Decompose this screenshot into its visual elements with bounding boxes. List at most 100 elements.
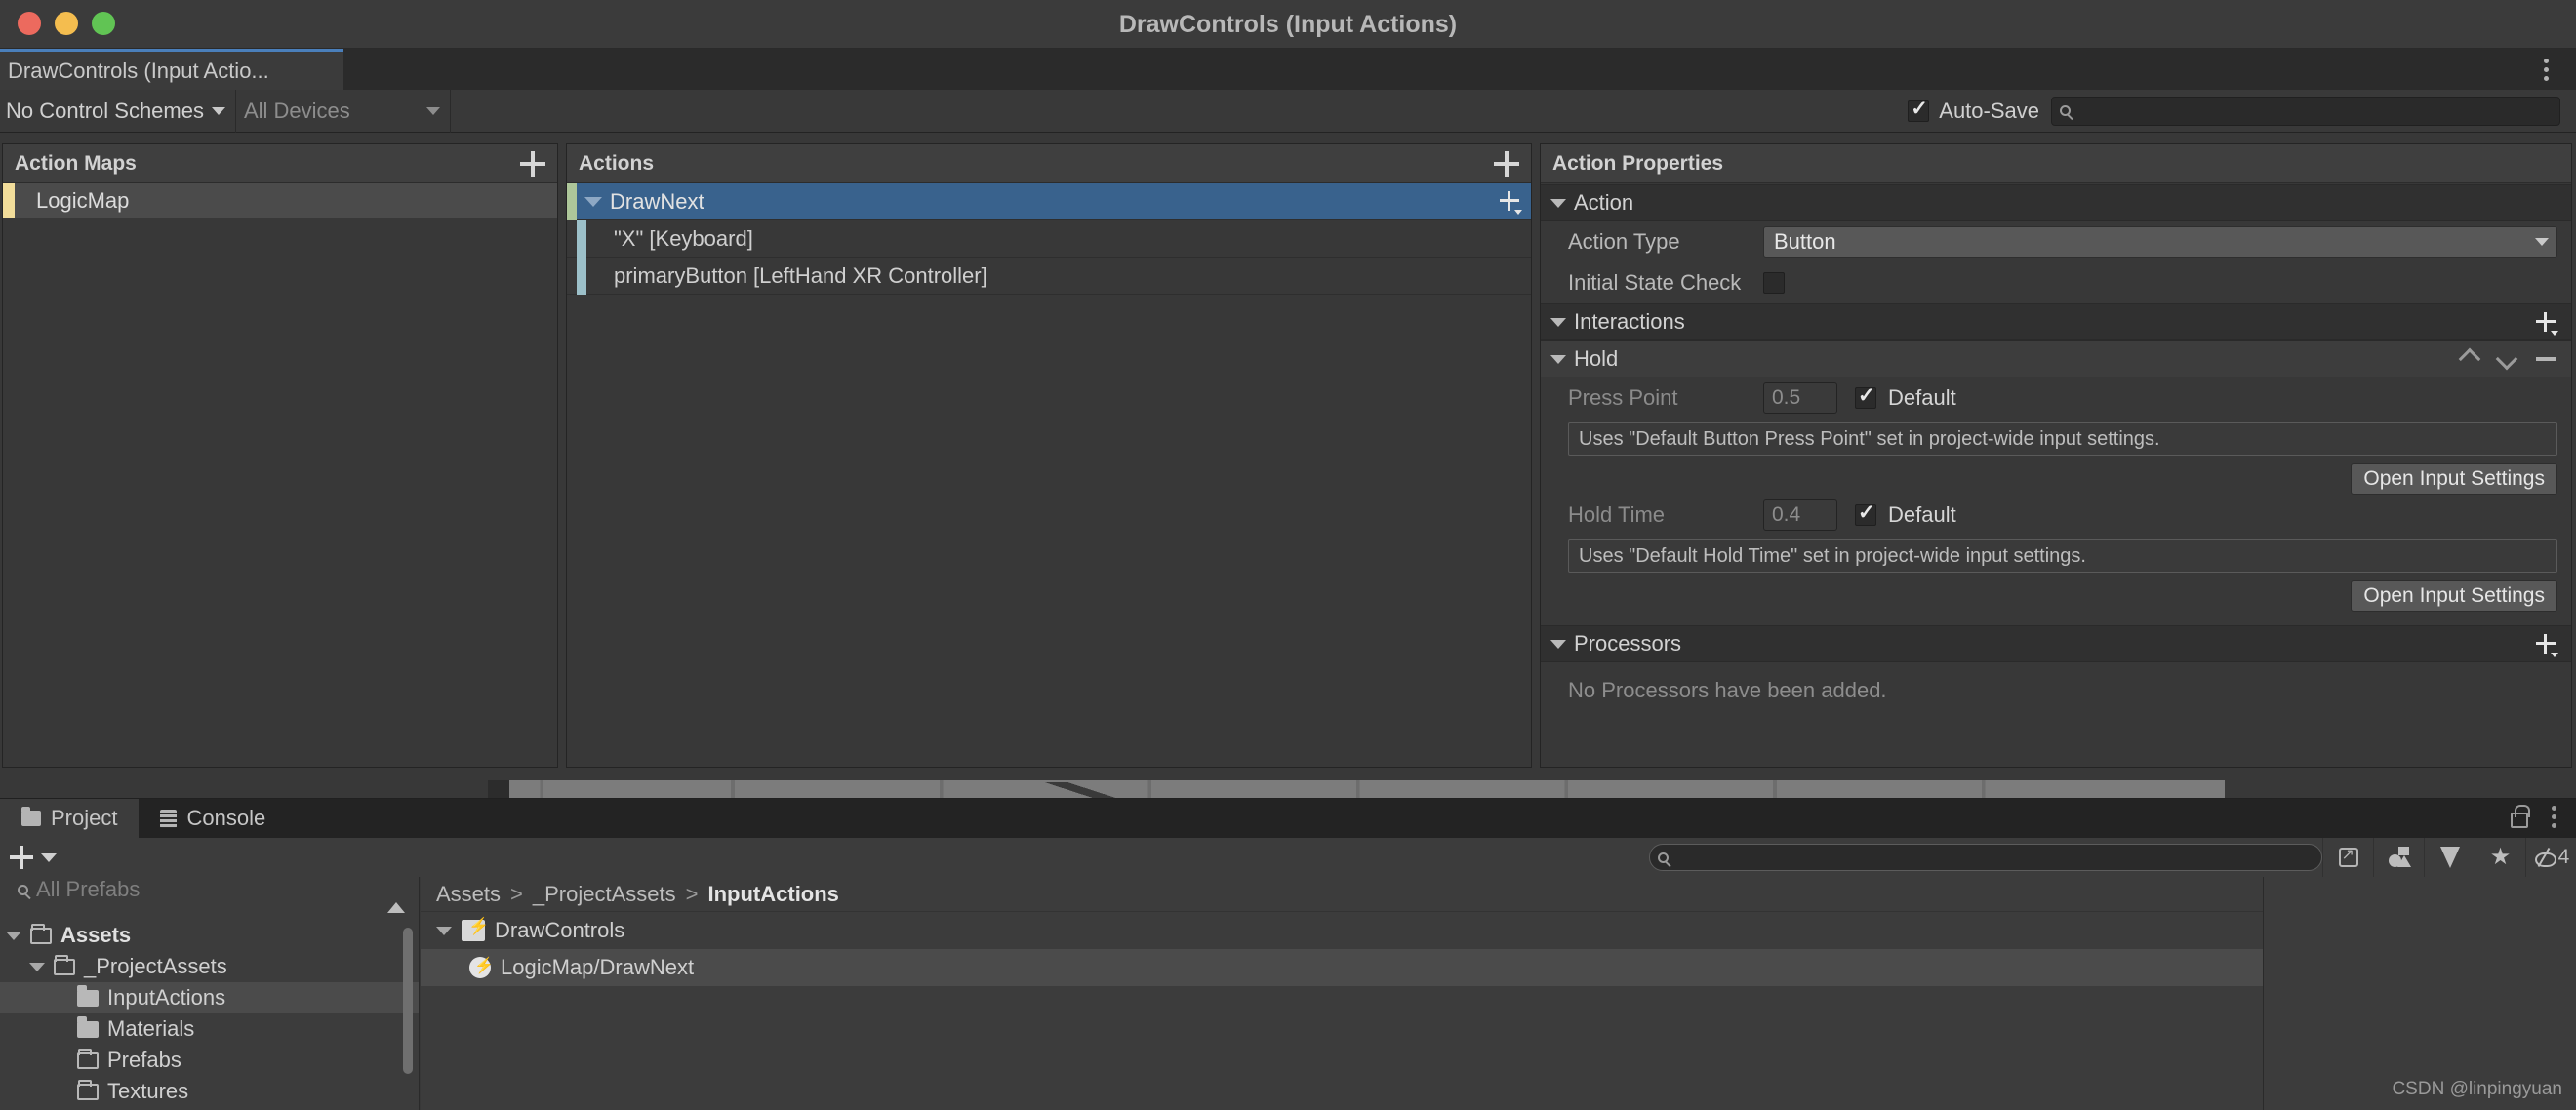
tree-item-assets[interactable]: Assets bbox=[0, 920, 419, 951]
action-foldout[interactable]: Action bbox=[1541, 184, 2571, 221]
auto-save-label: Auto-Save bbox=[1939, 99, 2039, 124]
create-asset-button[interactable] bbox=[10, 846, 33, 869]
tab-console[interactable]: Console bbox=[139, 799, 287, 838]
hold-time-default-toggle[interactable]: Default bbox=[1855, 502, 1956, 528]
foldout-triangle-icon bbox=[1550, 640, 1566, 649]
scroll-up-arrow-icon[interactable] bbox=[387, 902, 405, 913]
add-action-map-button[interactable] bbox=[520, 151, 545, 177]
expand-triangle-icon[interactable] bbox=[29, 963, 45, 971]
project-toolbar: ★ 4 bbox=[0, 838, 2576, 877]
add-action-button[interactable] bbox=[1494, 151, 1519, 177]
foldout-triangle-icon bbox=[1550, 355, 1566, 364]
auto-save-toggle[interactable]: Auto-Save bbox=[1908, 99, 2039, 124]
tab-project[interactable]: Project bbox=[0, 799, 139, 838]
open-input-settings-button[interactable]: Open Input Settings bbox=[2351, 463, 2557, 495]
hidden-packages-icon[interactable]: 4 bbox=[2525, 838, 2576, 877]
binding-row-keyboard[interactable]: "X" [Keyboard] bbox=[567, 220, 1531, 258]
initial-state-check-label: Initial State Check bbox=[1568, 270, 1763, 296]
kebab-menu-icon[interactable] bbox=[2533, 57, 2558, 82]
devices-dropdown[interactable]: All Devices bbox=[236, 90, 451, 133]
label-filter-icon[interactable] bbox=[2424, 838, 2475, 877]
add-interaction-button[interactable] bbox=[2536, 312, 2556, 332]
binding-label: primaryButton [LeftHand XR Controller] bbox=[586, 263, 987, 289]
project-search[interactable] bbox=[1649, 844, 2322, 871]
input-action-reference-icon bbox=[469, 957, 491, 978]
press-point-field[interactable]: 0.5 bbox=[1763, 382, 1837, 414]
action-map-row-logicmap[interactable]: LogicMap bbox=[3, 183, 557, 218]
chevron-down-icon[interactable] bbox=[2496, 348, 2518, 371]
binding-row-xr-controller[interactable]: primaryButton [LeftHand XR Controller] bbox=[567, 258, 1531, 295]
search-icon bbox=[18, 885, 28, 895]
favorites-star-icon[interactable]: ★ bbox=[2475, 838, 2525, 877]
tree-item-textures[interactable]: Textures bbox=[0, 1076, 419, 1107]
tree-item-label: Assets bbox=[60, 923, 131, 948]
breadcrumb-separator-icon: > bbox=[510, 882, 523, 907]
hold-interaction-foldout[interactable]: Hold bbox=[1541, 340, 2571, 377]
action-type-value: Button bbox=[1774, 229, 1836, 255]
folder-open-icon bbox=[54, 959, 75, 975]
chevron-up-icon[interactable] bbox=[2459, 348, 2481, 371]
add-processor-button[interactable] bbox=[2536, 634, 2556, 654]
action-type-dropdown[interactable]: Button bbox=[1763, 226, 2557, 258]
processors-empty-text: No Processors have been added. bbox=[1541, 662, 2571, 703]
tree-indent-spacer bbox=[53, 994, 68, 1003]
action-maps-header: Action Maps bbox=[3, 144, 557, 183]
add-binding-button[interactable] bbox=[1500, 191, 1519, 211]
binding-label: "X" [Keyboard] bbox=[586, 226, 753, 252]
expand-search-icon[interactable] bbox=[2322, 838, 2373, 877]
folder-icon bbox=[77, 1021, 99, 1038]
tab-drawcontrols[interactable]: DrawControls (Input Actio... bbox=[0, 49, 343, 90]
input-actions-search[interactable] bbox=[2051, 97, 2560, 126]
asset-type-filter-icon[interactable] bbox=[2373, 838, 2424, 877]
unity-editor-window: DrawControls (Input Actions) DrawControl… bbox=[0, 0, 2576, 1110]
kebab-menu-icon[interactable] bbox=[2552, 806, 2556, 828]
action-foldout-title: Action bbox=[1574, 190, 1633, 216]
project-panel: Project Console ★ bbox=[0, 798, 2576, 1110]
action-properties-title: Action Properties bbox=[1552, 152, 1723, 176]
tree-item-materials[interactable]: Materials bbox=[0, 1013, 419, 1045]
actions-panel: Actions DrawNext "X" [Keyboard] primaryB… bbox=[566, 143, 1532, 768]
open-input-settings-button[interactable]: Open Input Settings bbox=[2351, 580, 2557, 612]
devices-label: All Devices bbox=[244, 99, 350, 124]
processors-foldout[interactable]: Processors bbox=[1541, 625, 2571, 662]
press-point-default-toggle[interactable]: Default bbox=[1855, 385, 1956, 411]
tree-item-label: InputActions bbox=[107, 985, 225, 1011]
tree-scrollbar[interactable] bbox=[403, 928, 413, 1074]
caret-down-icon[interactable] bbox=[41, 853, 57, 862]
tree-item-projectassets[interactable]: _ProjectAssets bbox=[0, 951, 419, 982]
initial-state-check-row: Initial State Check bbox=[1541, 262, 2571, 303]
hold-time-field[interactable]: 0.4 bbox=[1763, 499, 1837, 531]
lock-icon[interactable] bbox=[2511, 813, 2528, 828]
tree-clipped-row[interactable]: All Prefabs bbox=[0, 877, 419, 902]
asset-row-drawcontrols[interactable]: DrawControls bbox=[421, 912, 2263, 949]
input-actions-toolbar: No Control Schemes All Devices Auto-Save bbox=[0, 90, 2576, 133]
expand-triangle-icon[interactable] bbox=[436, 927, 452, 935]
auto-save-checkbox[interactable] bbox=[1908, 100, 1929, 122]
hold-time-default-checkbox[interactable] bbox=[1855, 504, 1876, 526]
control-schemes-dropdown[interactable]: No Control Schemes bbox=[0, 90, 236, 133]
window-titlebar: DrawControls (Input Actions) bbox=[0, 0, 2576, 49]
project-search-input[interactable] bbox=[1674, 848, 2314, 868]
action-row-drawnext[interactable]: DrawNext bbox=[567, 183, 1531, 220]
search-input[interactable] bbox=[2076, 100, 2552, 122]
tree-item-inputactions[interactable]: InputActions bbox=[0, 982, 419, 1013]
asset-row-drawnext[interactable]: LogicMap/DrawNext bbox=[421, 949, 2263, 986]
breadcrumb-separator-icon: > bbox=[686, 882, 699, 907]
breadcrumb-assets[interactable]: Assets bbox=[436, 882, 501, 907]
tree-item-prefabs[interactable]: Prefabs bbox=[0, 1045, 419, 1076]
tab-project-label: Project bbox=[51, 806, 117, 831]
initial-state-check-checkbox[interactable] bbox=[1763, 272, 1785, 294]
press-point-label: Press Point bbox=[1568, 385, 1763, 411]
interactions-foldout[interactable]: Interactions bbox=[1541, 303, 2571, 340]
tree-item-label: Prefabs bbox=[107, 1048, 181, 1073]
breadcrumb-inputactions[interactable]: InputActions bbox=[707, 882, 838, 907]
expand-triangle-icon[interactable] bbox=[584, 197, 602, 207]
minus-icon[interactable] bbox=[2536, 357, 2556, 361]
press-point-default-checkbox[interactable] bbox=[1855, 387, 1876, 409]
action-properties-body: Action Action Type Button Initial State … bbox=[1541, 184, 2571, 767]
folder-open-icon bbox=[30, 928, 52, 944]
folder-icon bbox=[77, 990, 99, 1007]
breadcrumb-projectassets[interactable]: _ProjectAssets bbox=[533, 882, 676, 907]
expand-triangle-icon[interactable] bbox=[6, 932, 21, 940]
search-icon bbox=[2060, 105, 2071, 116]
